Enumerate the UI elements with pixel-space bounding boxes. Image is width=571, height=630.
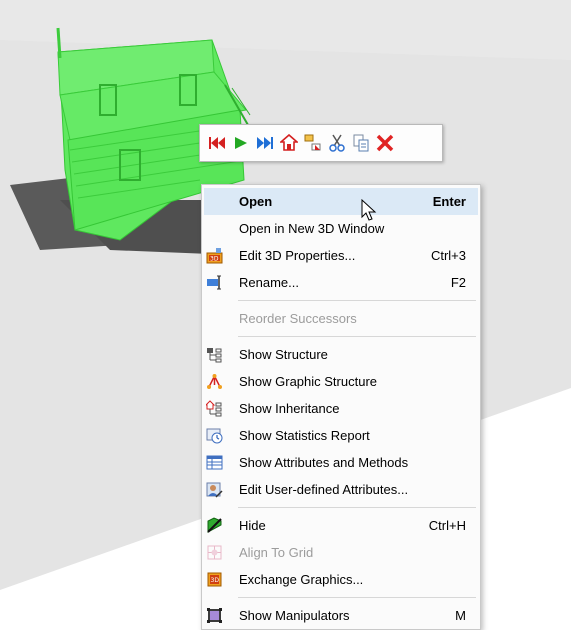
menu-item-label: Show Graphic Structure (239, 374, 378, 389)
menu-item-label: Open (239, 194, 273, 209)
menu-item-label: Show Statistics Report (239, 428, 370, 443)
menu-item-shortcut: F2 (450, 275, 466, 290)
exchange-graphics-icon: 3D (206, 571, 223, 588)
menu-item-shortcut: Ctrl+H (428, 518, 466, 533)
graphic-structure-icon[interactable] (302, 132, 324, 154)
menu-separator (238, 507, 476, 508)
menu-item-shortcut: Ctrl+3 (430, 248, 466, 263)
menu-item-label: Edit User-defined Attributes... (239, 482, 409, 497)
inheritance-icon (206, 400, 223, 417)
structure-icon (206, 346, 223, 363)
fast-forward-icon[interactable] (254, 132, 276, 154)
svg-text:3D: 3D (210, 256, 219, 263)
menu-separator (238, 300, 476, 301)
menu-item-label: Show Inheritance (239, 401, 340, 416)
menu-item-show-inheritance[interactable]: Show Inheritance (202, 395, 480, 422)
menu-item-label: Show Attributes and Methods (239, 455, 409, 470)
manipulators-icon (206, 607, 223, 624)
menu-item-hide[interactable]: Hide Ctrl+H (202, 512, 480, 539)
menu-item-label: Hide (239, 518, 266, 533)
menu-item-show-manipulators[interactable]: Show Manipulators M (202, 602, 480, 629)
menu-item-reorder-successors[interactable]: Reorder Successors (202, 305, 480, 332)
menu-item-label: Show Manipulators (239, 608, 350, 623)
delete-x-icon[interactable] (374, 132, 396, 154)
menu-item-open[interactable]: Open Enter (204, 188, 478, 215)
graphic-structure-tree-icon (206, 373, 223, 390)
menu-item-shortcut: M (455, 608, 466, 623)
rename-icon (206, 274, 223, 291)
scissors-icon[interactable] (326, 132, 348, 154)
menu-item-label: Show Structure (239, 347, 328, 362)
menu-item-exchange-graphics[interactable]: 3D Exchange Graphics... (202, 566, 480, 593)
mouse-cursor-icon (361, 198, 377, 228)
menu-item-open-new-window[interactable]: Open in New 3D Window (202, 215, 480, 242)
align-grid-icon (206, 544, 223, 561)
play-icon[interactable] (230, 132, 252, 154)
menu-item-align-to-grid[interactable]: Align To Grid (202, 539, 480, 566)
menu-item-label: Exchange Graphics... (239, 572, 364, 587)
menu-item-label: Reorder Successors (239, 311, 357, 326)
menu-item-shortcut: Enter (432, 194, 466, 209)
menu-separator (238, 597, 476, 598)
attributes-table-icon (206, 454, 223, 471)
3d-properties-icon: 3D (206, 247, 223, 264)
menu-item-edit-3d-properties[interactable]: 3D Edit 3D Properties... Ctrl+3 (202, 242, 480, 269)
menu-item-edit-user-attributes[interactable]: Edit User-defined Attributes... (202, 476, 480, 503)
menu-item-show-statistics-report[interactable]: Show Statistics Report (202, 422, 480, 449)
menu-item-label: Rename... (239, 275, 299, 290)
statistics-report-icon (206, 427, 223, 444)
menu-item-rename[interactable]: Rename... F2 (202, 269, 480, 296)
object-toolbar (199, 124, 443, 162)
menu-separator (238, 336, 476, 337)
home-icon[interactable] (278, 132, 300, 154)
menu-item-label: Edit 3D Properties... (239, 248, 356, 263)
menu-item-show-graphic-structure[interactable]: Show Graphic Structure (202, 368, 480, 395)
menu-item-show-structure[interactable]: Show Structure (202, 341, 480, 368)
first-icon[interactable] (206, 132, 228, 154)
copy-icon[interactable] (350, 132, 372, 154)
user-attributes-icon (206, 481, 223, 498)
hide-icon (206, 517, 223, 534)
menu-item-show-attributes-methods[interactable]: Show Attributes and Methods (202, 449, 480, 476)
context-menu: Open Enter Open in New 3D Window 3D Edit… (201, 184, 481, 630)
menu-item-label: Align To Grid (239, 545, 314, 560)
svg-text:3D: 3D (211, 577, 220, 584)
